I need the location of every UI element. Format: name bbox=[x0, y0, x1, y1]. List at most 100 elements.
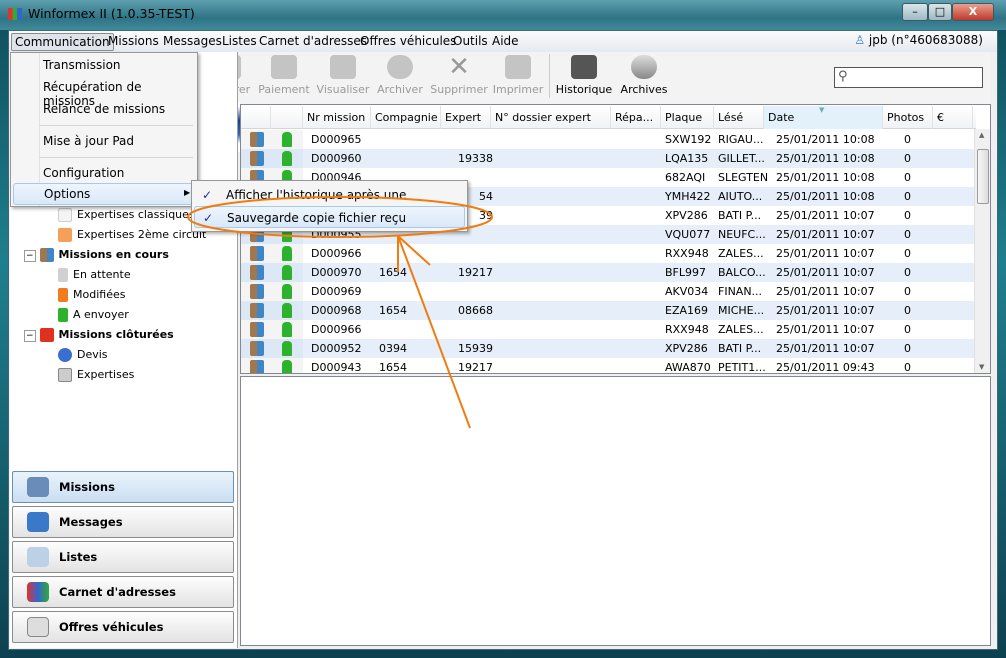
tree-expertises[interactable]: Expertises bbox=[58, 367, 134, 383]
table-row[interactable]: D000968 1654 08668 EZA169 MICHE... 25/01/2011… bbox=[241, 301, 974, 320]
cell-lese: GILLET... bbox=[718, 152, 765, 165]
contacts-icon bbox=[27, 582, 49, 602]
table-row[interactable]: D000965 SXW192 RIGAU... 25/01/2011 10:08 0 bbox=[241, 130, 974, 149]
tree-expertises-classiques[interactable]: Expertises classiques bbox=[58, 207, 195, 223]
history-icon bbox=[571, 55, 597, 79]
minimize-button[interactable]: – bbox=[902, 3, 928, 21]
tree-missions-cloturees[interactable]: − Missions clôturées bbox=[24, 327, 174, 344]
tree-modifiees[interactable]: Modifiées bbox=[58, 287, 125, 303]
column-header-photos[interactable]: Photos bbox=[883, 106, 933, 129]
option-sauvegarde-copie[interactable]: ✓ Sauvegarde copie fichier reçu bbox=[194, 206, 465, 228]
archiver-button[interactable]: Archiver bbox=[370, 55, 430, 96]
nav-messages[interactable]: Messages bbox=[12, 506, 234, 538]
visualiser-button[interactable]: Visualiser bbox=[313, 55, 373, 96]
cell-photos: 0 bbox=[904, 133, 911, 146]
table-row[interactable]: D000966 RXX948 ZALES... 25/01/2011 10:07 0 bbox=[241, 244, 974, 263]
cell-photos: 0 bbox=[904, 266, 911, 279]
menu-communication[interactable]: Communication bbox=[11, 33, 114, 51]
cell-lese: ZALES... bbox=[718, 247, 764, 260]
archives-label: Archives bbox=[620, 83, 668, 96]
maximize-button[interactable]: □ bbox=[928, 3, 952, 21]
table-row[interactable]: D000943 1654 19217 AWA870 PETIT1... 25/01/201… bbox=[241, 358, 974, 374]
messages-icon bbox=[27, 512, 49, 532]
column-header-lese[interactable]: Lésé bbox=[714, 106, 764, 129]
menu-outils[interactable]: Outils bbox=[450, 33, 491, 49]
menu-item-transmission[interactable]: Transmission bbox=[43, 58, 121, 72]
cell-date: 25/01/2011 10:07 bbox=[776, 247, 875, 260]
close-button[interactable]: X bbox=[952, 3, 994, 21]
search-input[interactable]: ⚲ bbox=[834, 67, 983, 88]
cell-date: 25/01/2011 10:07 bbox=[776, 323, 875, 336]
menu-carnet[interactable]: Carnet d'adresses bbox=[256, 33, 370, 49]
nav-label: Messages bbox=[59, 515, 123, 529]
imprimer-button[interactable]: Imprimer bbox=[488, 55, 548, 96]
checkmark-icon: ✓ bbox=[203, 211, 214, 225]
cell-nr-mission: D000970 bbox=[311, 266, 362, 279]
column-header-icon2[interactable] bbox=[271, 106, 303, 129]
historique-button[interactable]: Historique bbox=[554, 55, 614, 96]
cell-plaque: XPV286 bbox=[665, 209, 708, 222]
supprimer-button[interactable]: ✕ Supprimer bbox=[429, 54, 489, 96]
menu-item-mise-a-jour-pad[interactable]: Mise à jour Pad bbox=[43, 134, 134, 148]
menu-item-configuration[interactable]: Configuration bbox=[43, 166, 124, 180]
clipboard-icon bbox=[250, 132, 264, 147]
supprimer-label: Supprimer bbox=[430, 83, 488, 96]
cell-date: 25/01/2011 10:08 bbox=[776, 152, 875, 165]
collapse-icon[interactable]: − bbox=[24, 330, 36, 342]
menu-offres[interactable]: Offres véhicules bbox=[357, 33, 459, 49]
status-person-icon bbox=[282, 132, 292, 147]
nav-carnet-adresses[interactable]: Carnet d'adresses bbox=[12, 576, 234, 608]
column-header-dossier-expert[interactable]: N° dossier expert bbox=[491, 106, 611, 129]
cell-date: 25/01/2011 09:43 bbox=[776, 361, 875, 374]
cell-compagnie: 1654 bbox=[379, 266, 407, 279]
cell-lese: NEUFC... bbox=[718, 228, 766, 241]
table-row[interactable]: D000966 RXX948 ZALES... 25/01/2011 10:07 0 bbox=[241, 320, 974, 339]
status-person-icon bbox=[282, 341, 292, 356]
menu-messages[interactable]: Messages bbox=[160, 33, 225, 49]
cell-lese: RIGAU... bbox=[718, 133, 764, 146]
column-header-expert[interactable]: Expert bbox=[441, 106, 491, 129]
option-afficher-historique[interactable]: ✓Afficher l'historique après une transmi… bbox=[194, 184, 465, 224]
column-header-repa[interactable]: Répa... bbox=[611, 106, 661, 129]
column-header-euro[interactable]: € bbox=[933, 106, 973, 129]
tree-missions-en-cours[interactable]: − Missions en cours bbox=[24, 247, 169, 264]
menu-aide[interactable]: Aide bbox=[489, 33, 522, 49]
nav-missions[interactable]: Missions bbox=[12, 471, 234, 503]
column-header-icon1[interactable] bbox=[241, 106, 271, 129]
cell-nr-mission: D000943 bbox=[311, 361, 362, 374]
vertical-scrollbar[interactable]: ▲ ▼ bbox=[974, 129, 990, 373]
menu-separator bbox=[39, 125, 193, 126]
scroll-up-icon[interactable]: ▲ bbox=[979, 131, 984, 139]
scroll-down-icon[interactable]: ▼ bbox=[979, 363, 984, 371]
table-row[interactable]: D000952 0394 15939 XPV286 BATI P... 25/01/201… bbox=[241, 339, 974, 358]
table-row[interactable]: D000969 AKV034 FINAN... 25/01/2011 10:07 0 bbox=[241, 282, 974, 301]
menu-missions[interactable]: Missions bbox=[105, 33, 162, 49]
archives-icon bbox=[631, 55, 657, 79]
table-row[interactable]: D000960 19338 LQA135 GILLET... 25/01/2011 10… bbox=[241, 149, 974, 168]
tree-devis[interactable]: Devis bbox=[58, 347, 108, 363]
tree-en-attente[interactable]: En attente bbox=[58, 267, 131, 283]
person-orange-icon bbox=[58, 288, 68, 302]
app-logo-icon bbox=[8, 8, 22, 20]
tree-expertises-2eme-circuit[interactable]: Expertises 2ème circuit bbox=[58, 227, 206, 243]
collapse-icon[interactable]: − bbox=[24, 250, 36, 262]
archives-button[interactable]: Archives bbox=[614, 55, 674, 96]
menu-item-relance[interactable]: Relance de missions bbox=[43, 102, 165, 116]
cell-lese: BALCO... bbox=[718, 266, 766, 279]
column-header-nr-mission[interactable]: Nr mission bbox=[303, 106, 371, 129]
table-row[interactable]: D000970 1654 19217 BFL997 BALCO... 25/01/2011… bbox=[241, 263, 974, 282]
nav-listes[interactable]: Listes bbox=[12, 541, 234, 573]
tree-a-envoyer[interactable]: A envoyer bbox=[58, 307, 129, 323]
nav-offres-vehicules[interactable]: Offres véhicules bbox=[12, 611, 234, 643]
column-header-date[interactable]: Date ▼ bbox=[764, 106, 883, 129]
column-header-compagnie[interactable]: Compagnie bbox=[371, 106, 441, 129]
cell-photos: 0 bbox=[904, 171, 911, 184]
paiement-button[interactable]: Paiement bbox=[254, 55, 314, 96]
menu-item-options[interactable]: Options ▶ bbox=[13, 183, 195, 205]
communication-dropdown: Transmission Récupération de missions Re… bbox=[10, 52, 198, 207]
cell-expert: 08668 bbox=[458, 304, 493, 317]
column-header-plaque[interactable]: Plaque bbox=[661, 106, 714, 129]
scrollbar-thumb[interactable] bbox=[977, 149, 989, 204]
menu-listes[interactable]: Listes bbox=[219, 33, 260, 49]
tree-label: A envoyer bbox=[73, 308, 129, 321]
